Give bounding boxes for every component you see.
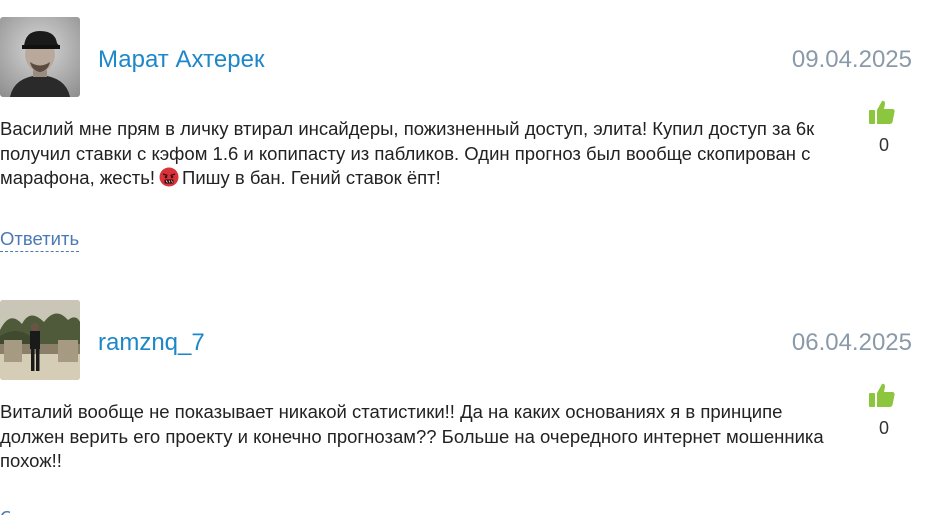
author-name[interactable]: ramznq_7 — [98, 328, 205, 358]
reply-link[interactable]: Ответить — [0, 508, 10, 515]
like-button[interactable] — [868, 98, 896, 126]
like-button[interactable] — [868, 381, 896, 409]
comment-text: Василий мне прям в личку втирал инсайдер… — [0, 117, 830, 191]
thumbs-up-icon — [869, 383, 895, 407]
avatar[interactable] — [0, 300, 80, 380]
thumbs-up-icon — [869, 100, 895, 124]
comment-date: 09.04.2025 — [791, 46, 912, 73]
author-name[interactable]: Марат Ахтерек — [98, 45, 264, 75]
reply-link[interactable]: Ответить — [0, 227, 80, 252]
like-count: 0 — [878, 135, 889, 155]
comment-text-part: Пишу в бан. Гений ставок ёпт! — [182, 167, 441, 188]
angry-face-with-symbols-emoji — [159, 167, 179, 187]
comment-text: Виталий вообще не показывает никакой ста… — [0, 401, 824, 471]
avatar[interactable] — [0, 17, 80, 97]
comment-date: 06.04.2025 — [791, 329, 912, 356]
like-count: 0 — [878, 418, 889, 438]
